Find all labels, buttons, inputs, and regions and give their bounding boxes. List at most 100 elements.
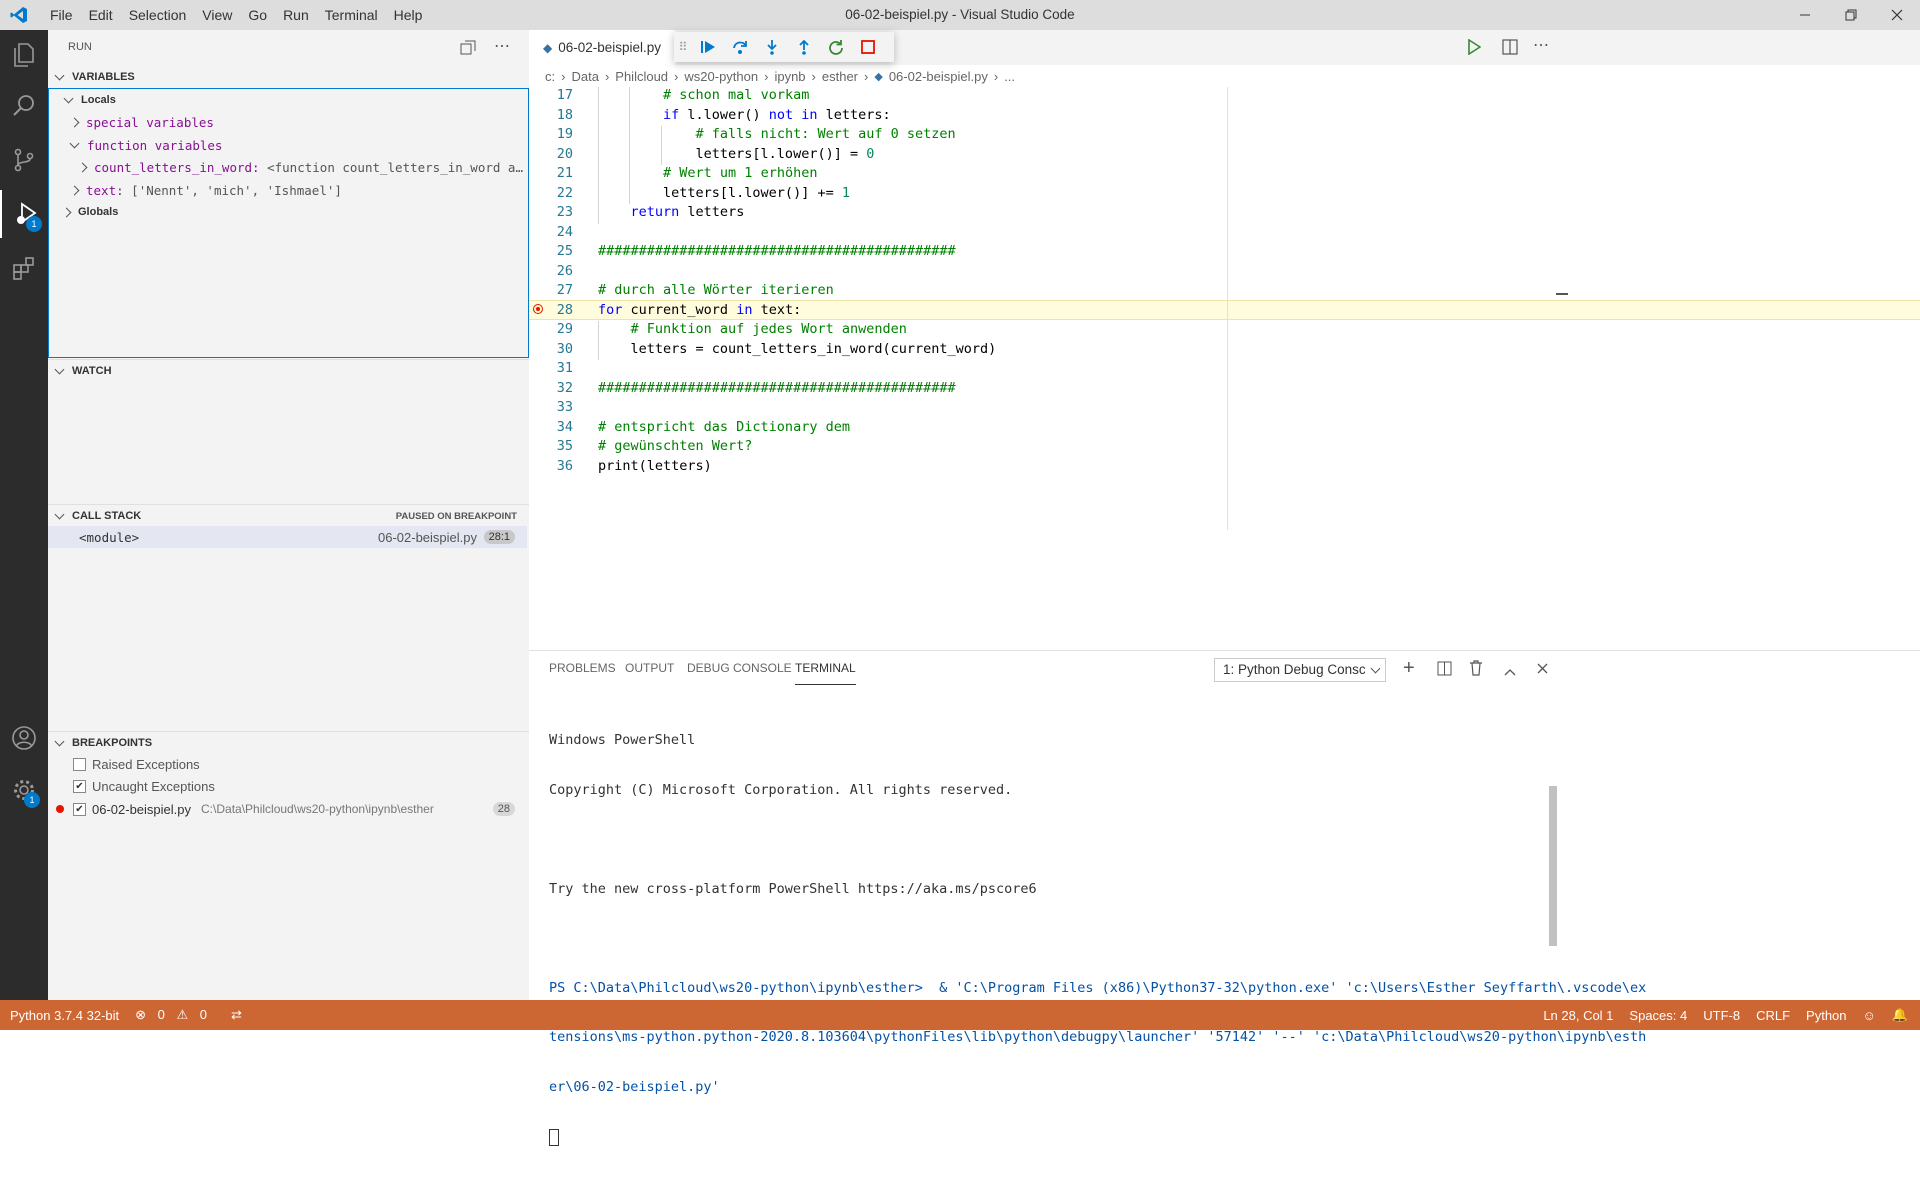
explorer-activity[interactable] <box>0 30 48 78</box>
code-line[interactable]: 25 ######################################… <box>529 243 1920 263</box>
line-number[interactable]: 22 <box>529 185 573 201</box>
live-share-icon[interactable]: ⇄ <box>223 1007 250 1023</box>
language-mode[interactable]: Python <box>1798 1008 1854 1023</box>
code-line[interactable]: 24 <box>529 224 1920 244</box>
breakpoint-uncaught[interactable]: ✔ Uncaught Exceptions <box>48 775 527 797</box>
run-file-button[interactable] <box>1467 38 1482 58</box>
open-file-button[interactable] <box>460 40 476 59</box>
restore-button[interactable] <box>1828 0 1874 30</box>
line-number[interactable]: 23 <box>529 204 573 220</box>
more-actions-button[interactable]: ⋯ <box>494 36 510 56</box>
variables-header[interactable]: VARIABLES <box>48 66 529 88</box>
restart-button[interactable] <box>820 32 852 62</box>
menu-view[interactable]: View <box>194 0 240 30</box>
code-line[interactable]: 36 print(letters) <box>529 458 1920 478</box>
code-line[interactable]: 32 ######################################… <box>529 380 1920 400</box>
indentation[interactable]: Spaces: 4 <box>1621 1008 1695 1023</box>
code-line[interactable]: 34 # entspricht das Dictionary dem <box>529 419 1920 439</box>
step-out-button[interactable] <box>788 32 820 62</box>
menu-terminal[interactable]: Terminal <box>317 0 386 30</box>
tab-output[interactable]: OUTPUT <box>625 651 674 686</box>
globals-scope[interactable]: Globals <box>49 201 528 223</box>
raised-checkbox[interactable] <box>73 757 86 771</box>
code-line[interactable]: 30 letters = count_letters_in_word(curre… <box>529 341 1920 361</box>
code-line[interactable]: 23 return letters <box>529 204 1920 224</box>
code-line[interactable]: 31 <box>529 360 1920 380</box>
line-number[interactable]: 21 <box>529 165 573 181</box>
breadcrumb-item[interactable]: 06-02-beispiel.py <box>889 69 988 84</box>
cursor-position[interactable]: Ln 28, Col 1 <box>1535 1008 1621 1023</box>
line-number[interactable]: 32 <box>529 380 573 396</box>
line-number[interactable]: 26 <box>529 263 573 279</box>
tab-debug-console[interactable]: DEBUG CONSOLE <box>687 651 792 686</box>
function-variables-node[interactable]: function variables <box>49 134 528 156</box>
line-number[interactable]: 17 <box>529 87 573 103</box>
split-terminal-button[interactable] <box>1437 661 1452 679</box>
line-number[interactable]: 28 <box>529 302 573 318</box>
line-number[interactable]: 24 <box>529 224 573 240</box>
callstack-header[interactable]: CALL STACK PAUSED ON BREAKPOINT <box>48 504 529 527</box>
breadcrumb-item[interactable]: Philcloud <box>615 69 668 84</box>
encoding[interactable]: UTF-8 <box>1695 1008 1748 1023</box>
line-number[interactable]: 18 <box>529 107 573 123</box>
line-number[interactable]: 25 <box>529 243 573 259</box>
code-line[interactable]: 19 # falls nicht: Wert auf 0 setzen <box>529 126 1920 146</box>
code-line[interactable]: 20 letters[l.lower()] = 0 <box>529 146 1920 166</box>
line-number[interactable]: 34 <box>529 419 573 435</box>
uncaught-checkbox[interactable]: ✔ <box>73 779 86 793</box>
tab-06-02-beispiel[interactable]: ◆ 06-02-beispiel.py <box>529 30 675 65</box>
breadcrumb-item[interactable]: ws20-python <box>684 69 758 84</box>
extensions-activity[interactable] <box>0 244 48 292</box>
tab-problems[interactable]: PROBLEMS <box>549 651 616 686</box>
line-number[interactable]: 33 <box>529 399 573 415</box>
variable-text[interactable]: text: ['Nennt', 'mich', 'Ishmael'] <box>49 179 528 201</box>
code-line[interactable]: 21 # Wert um 1 erhöhen <box>529 165 1920 185</box>
menu-run[interactable]: Run <box>275 0 317 30</box>
breadcrumb-item[interactable]: c: <box>545 69 555 84</box>
accounts-activity[interactable] <box>0 714 48 762</box>
close-panel-button[interactable] <box>1537 662 1548 677</box>
new-terminal-button[interactable]: + <box>1403 657 1415 680</box>
tab-terminal[interactable]: TERMINAL <box>795 651 856 685</box>
menu-edit[interactable]: Edit <box>81 0 121 30</box>
code-line[interactable]: 35 # gewünschten Wert? <box>529 438 1920 458</box>
code-line[interactable]: 29 # Funktion auf jedes Wort anwenden <box>529 321 1920 341</box>
line-number[interactable]: 35 <box>529 438 573 454</box>
breakpoints-header[interactable]: BREAKPOINTS <box>48 731 529 754</box>
line-number[interactable]: 30 <box>529 341 573 357</box>
menu-selection[interactable]: Selection <box>121 0 195 30</box>
line-number[interactable]: 19 <box>529 126 573 142</box>
stop-button[interactable] <box>852 32 884 62</box>
code-line[interactable]: 26 <box>529 263 1920 283</box>
continue-button[interactable] <box>692 32 724 62</box>
run-debug-activity[interactable]: 1 <box>0 190 50 238</box>
step-into-button[interactable] <box>756 32 788 62</box>
minimize-button[interactable] <box>1782 0 1828 30</box>
kill-terminal-button[interactable] <box>1469 660 1483 679</box>
breakpoint-file-checkbox[interactable]: ✔ <box>73 802 86 816</box>
code-line[interactable]: 28 for current_word in text: <box>529 302 1920 322</box>
split-editor-button[interactable] <box>1502 39 1518 58</box>
breadcrumb-item[interactable]: Data <box>571 69 598 84</box>
search-activity[interactable] <box>0 82 48 130</box>
step-over-button[interactable] <box>724 32 756 62</box>
close-window-button[interactable] <box>1874 0 1920 30</box>
feedback-icon[interactable]: ☺ <box>1855 1008 1884 1023</box>
line-number[interactable]: 29 <box>529 321 573 337</box>
watch-header[interactable]: WATCH <box>48 359 529 382</box>
source-control-activity[interactable] <box>0 136 48 184</box>
special-variables-node[interactable]: special variables <box>49 111 528 133</box>
line-number[interactable]: 27 <box>529 282 573 298</box>
problems-count[interactable]: ⊗ 0 ⚠ 0 <box>127 1007 223 1023</box>
code-line[interactable]: 17 # schon mal vorkam <box>529 87 1920 107</box>
python-interpreter[interactable]: Python 3.7.4 32-bit <box>0 1008 127 1023</box>
breadcrumb-item[interactable]: ... <box>1004 69 1015 84</box>
notifications-icon[interactable]: 🔔 <box>1884 1007 1920 1023</box>
terminal-output[interactable]: Windows PowerShell Copyright (C) Microso… <box>549 699 1646 1179</box>
line-number[interactable]: 31 <box>529 360 573 376</box>
code-line[interactable]: 22 letters[l.lower()] += 1 <box>529 185 1920 205</box>
terminal-select[interactable]: 1: Python Debug Consc <box>1214 658 1386 682</box>
line-ending[interactable]: CRLF <box>1748 1008 1798 1023</box>
line-number[interactable]: 36 <box>529 458 573 474</box>
breakpoint-raised[interactable]: Raised Exceptions <box>48 753 527 775</box>
